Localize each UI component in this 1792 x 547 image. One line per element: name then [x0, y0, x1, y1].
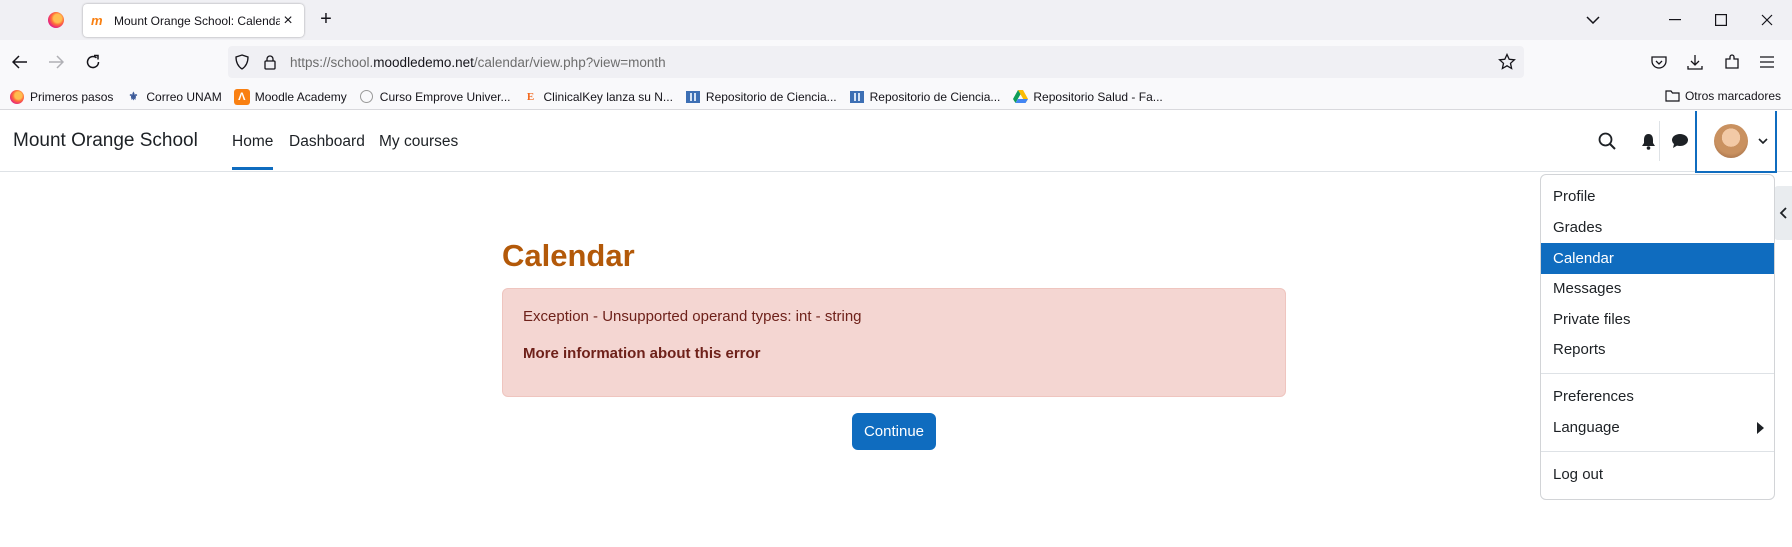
- arrow-left-icon: [12, 55, 27, 69]
- bookmark-item[interactable]: E ClinicalKey lanza su N...: [523, 89, 673, 105]
- bookmark-item[interactable]: Λ Moodle Academy: [233, 88, 347, 105]
- new-tab-button[interactable]: +: [313, 8, 339, 32]
- browser-tab-active[interactable]: m Mount Orange School: Calendar ×: [83, 4, 304, 37]
- forward-button[interactable]: [40, 46, 72, 78]
- caret-right-icon: [1757, 422, 1764, 434]
- puzzle-icon: [1725, 54, 1739, 69]
- menu-item-logout[interactable]: Log out: [1541, 459, 1774, 490]
- shield-icon: [235, 54, 249, 70]
- messages-chat-icon[interactable]: [1668, 129, 1692, 153]
- minimize-button[interactable]: [1652, 0, 1698, 40]
- reload-button[interactable]: [77, 46, 109, 78]
- user-dropdown-menu: Profile Grades Calendar Messages Private…: [1540, 174, 1775, 500]
- menu-divider: [1541, 373, 1774, 374]
- drawer-toggle[interactable]: [1774, 186, 1792, 240]
- minimize-icon: [1669, 19, 1681, 21]
- hamburger-icon: [1760, 56, 1774, 68]
- menu-item-profile[interactable]: Profile: [1541, 181, 1774, 212]
- tab-close-icon[interactable]: ×: [280, 12, 296, 30]
- back-button[interactable]: [4, 46, 36, 78]
- menu-item-calendar[interactable]: Calendar: [1541, 243, 1774, 274]
- browser-navigation-bar: https://school.moodledemo.net/calendar/v…: [0, 40, 1792, 84]
- notification-bell-icon[interactable]: [1636, 129, 1660, 153]
- more-info-link[interactable]: More information about this error: [523, 345, 1265, 362]
- address-bar[interactable]: https://school.moodledemo.net/calendar/v…: [228, 46, 1524, 78]
- site-navbar: Mount Orange School Home Dashboard My co…: [0, 111, 1792, 173]
- site-brand[interactable]: Mount Orange School: [13, 130, 198, 152]
- download-icon: [1687, 55, 1703, 70]
- menu-item-preferences[interactable]: Preferences: [1541, 381, 1774, 412]
- pocket-button[interactable]: [1643, 46, 1675, 78]
- chevron-down-icon: [1586, 16, 1600, 24]
- firefox-view-button[interactable]: [38, 8, 74, 32]
- pocket-icon: [1651, 56, 1667, 69]
- url-text: https://school.moodledemo.net/calendar/v…: [290, 54, 666, 70]
- bookmark-label: Repositorio de Ciencia...: [869, 89, 1001, 104]
- bookmarks-toolbar: Primeros pasos ⚜ Correo UNAM Λ Moodle Ac…: [0, 84, 1792, 110]
- error-alert: Exception - Unsupported operand types: i…: [502, 288, 1286, 397]
- bookmark-label: Primeros pasos: [30, 89, 114, 104]
- unam-icon: ⚜: [128, 91, 139, 103]
- tab-title: Mount Orange School: Calendar: [114, 13, 280, 28]
- bookmark-item[interactable]: Primeros pasos: [9, 89, 113, 105]
- emprove-icon: [359, 89, 375, 105]
- arrow-right-icon: [49, 55, 64, 69]
- other-bookmarks[interactable]: Otros marcadores: [1665, 89, 1781, 103]
- menu-item-grades[interactable]: Grades: [1541, 212, 1774, 243]
- repository-icon: [849, 89, 865, 105]
- nav-home[interactable]: Home: [232, 133, 274, 170]
- bookmark-item[interactable]: Repositorio Salud - Fa...: [1012, 89, 1163, 105]
- maximize-button[interactable]: [1698, 0, 1744, 40]
- downloads-button[interactable]: [1679, 46, 1711, 78]
- menu-divider: [1541, 451, 1774, 452]
- bookmark-item[interactable]: ⚜ Correo UNAM: [125, 89, 221, 105]
- continue-button[interactable]: Continue: [852, 413, 936, 450]
- close-window-button[interactable]: [1744, 0, 1790, 40]
- avatar: [1714, 124, 1748, 158]
- nav-my-courses[interactable]: My courses: [379, 133, 458, 151]
- list-all-tabs-button[interactable]: [1570, 0, 1616, 40]
- nav-dashboard[interactable]: Dashboard: [289, 133, 365, 151]
- bookmark-label: Repositorio de Ciencia...: [705, 89, 837, 104]
- firefox-icon: [48, 12, 64, 28]
- user-menu-toggle[interactable]: [1695, 111, 1777, 173]
- chevron-down-icon: [1758, 138, 1768, 144]
- menu-item-messages[interactable]: Messages: [1541, 273, 1774, 304]
- bookmark-item[interactable]: Repositorio de Ciencia...: [849, 89, 1001, 105]
- bookmark-label: Moodle Academy: [254, 89, 347, 104]
- repository-icon: [685, 89, 701, 105]
- maximize-icon: [1715, 14, 1727, 26]
- moodle-academy-icon: Λ: [233, 88, 250, 105]
- menu-item-private-files[interactable]: Private files: [1541, 304, 1774, 335]
- bookmark-label: Repositorio Salud - Fa...: [1033, 89, 1163, 104]
- search-icon[interactable]: [1595, 129, 1619, 153]
- menu-item-language-label: Language: [1553, 419, 1620, 436]
- elsevier-icon: E: [526, 90, 535, 103]
- error-message: Exception - Unsupported operand types: i…: [523, 308, 862, 325]
- extensions-button[interactable]: [1716, 46, 1748, 78]
- close-icon: [1761, 14, 1773, 26]
- bookmark-item[interactable]: Repositorio de Ciencia...: [685, 89, 837, 105]
- bookmark-star-icon[interactable]: [1498, 52, 1516, 76]
- tracking-protection-icon[interactable]: [228, 54, 256, 70]
- folder-icon: [1665, 90, 1680, 102]
- browser-tab-strip: m Mount Orange School: Calendar × +: [0, 0, 1792, 40]
- bookmark-label: ClinicalKey lanza su N...: [543, 89, 673, 104]
- google-drive-icon: [1012, 89, 1028, 105]
- lock-icon: [264, 54, 276, 70]
- bookmark-label: Correo UNAM: [146, 89, 222, 104]
- menu-item-reports[interactable]: Reports: [1541, 334, 1774, 365]
- site-security-icon[interactable]: [256, 54, 284, 70]
- other-bookmarks-label: Otros marcadores: [1684, 89, 1781, 103]
- bookmark-item[interactable]: Curso Emprove Univer...: [359, 89, 511, 105]
- menu-item-language[interactable]: Language: [1541, 412, 1774, 443]
- menu-button[interactable]: [1751, 46, 1783, 78]
- reload-icon: [86, 54, 100, 69]
- bookmark-label: Curso Emprove Univer...: [379, 89, 511, 104]
- chevron-left-icon: [1779, 207, 1787, 219]
- firefox-icon: [9, 89, 25, 105]
- page-title: Calendar: [502, 238, 635, 273]
- moodle-favicon-icon: m: [91, 12, 103, 28]
